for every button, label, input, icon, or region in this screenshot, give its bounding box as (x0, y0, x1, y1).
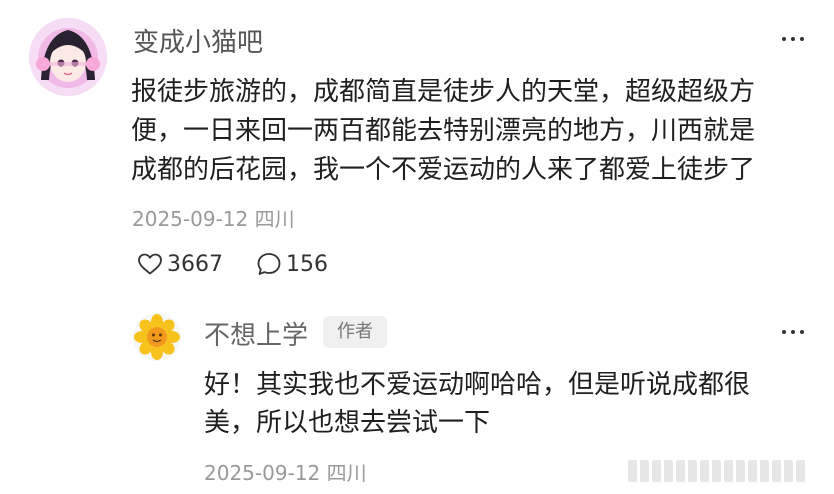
reply-text-line: 美，所以也想去尝试一下 (204, 408, 491, 438)
comment-button[interactable]: 156 (256, 249, 328, 279)
author-badge: 作者 (323, 316, 387, 348)
reply-text-line: 好！其实我也不爱运动啊哈哈，但是听说成都很 (204, 370, 751, 400)
anime-girl-avatar-image (29, 18, 107, 96)
like-button[interactable]: 3667 (137, 249, 223, 279)
sunflower-avatar-image (133, 313, 181, 361)
comment-text-line: 成都的后花园，我一个不爱运动的人来了都爱上徒步了 (131, 155, 756, 185)
comment-count: 156 (286, 251, 328, 277)
reply-date-location: 2025-09-12 四川 (204, 461, 367, 485)
reply-avatar[interactable] (133, 313, 181, 361)
like-count: 3667 (167, 251, 223, 277)
reply-more-options-button[interactable] (773, 320, 813, 344)
reply-username[interactable]: 不想上学 (204, 315, 308, 352)
speech-bubble-icon (257, 253, 281, 275)
more-horizontal-icon (782, 37, 786, 41)
comment-date-location: 2025-09-12 四川 (132, 207, 295, 231)
watermark (628, 458, 805, 482)
comment-username[interactable]: 变成小猫吧 (133, 22, 263, 59)
comment-text-line: 报徒步旅游的，成都简直是徒步人的天堂，超级超级方 (131, 77, 756, 107)
comment-text-line: 便，一日来回一两百都能去特别漂亮的地方，川西就是 (131, 116, 756, 146)
more-horizontal-icon (782, 330, 786, 334)
more-options-button[interactable] (773, 27, 813, 51)
heart-outline-icon (138, 253, 162, 275)
avatar[interactable] (29, 18, 107, 96)
